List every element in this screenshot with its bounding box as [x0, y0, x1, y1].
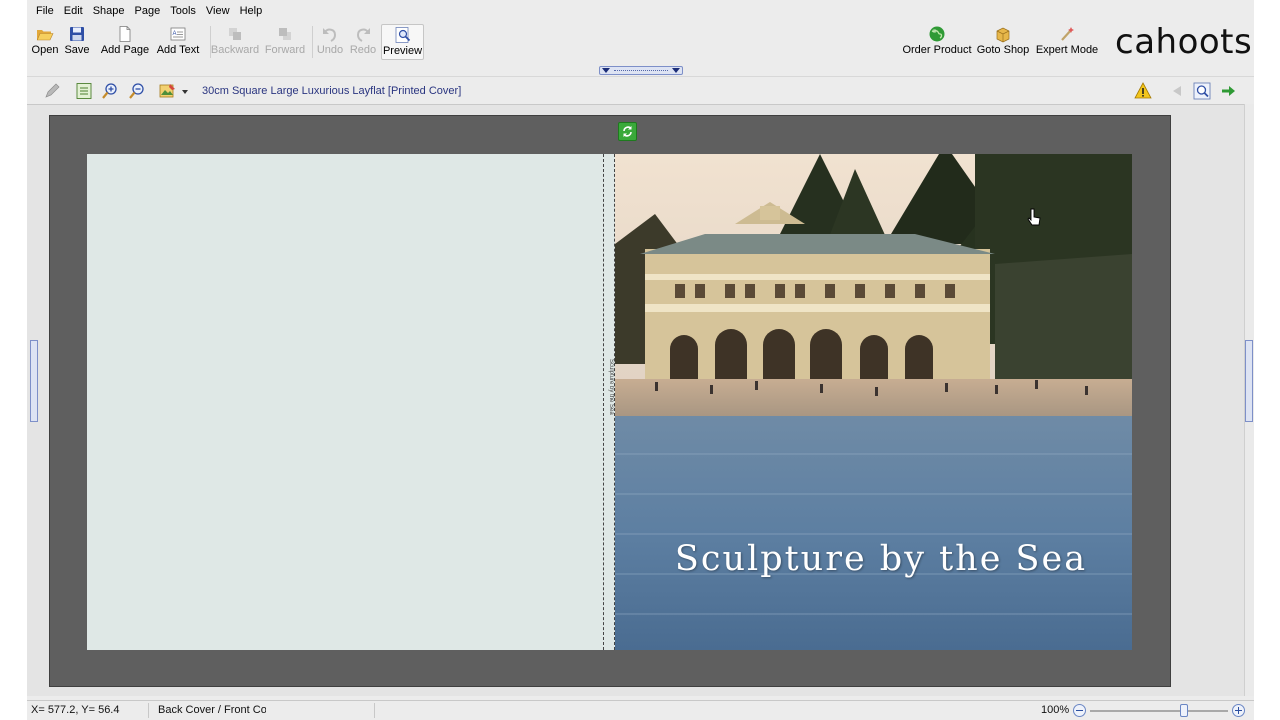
wand-icon	[1061, 27, 1074, 41]
cover-title[interactable]: Sculpture by the Sea	[615, 539, 1132, 579]
order-product-label: Order Product	[902, 44, 972, 56]
product-title: 30cm Square Large Luxurious Layflat [Pri…	[202, 85, 462, 97]
folder-open-icon	[36, 30, 54, 41]
refresh-icon	[623, 126, 632, 137]
app-window: File Edit Shape Page Tools View Help Ope…	[27, 0, 1254, 720]
redo-label: Redo	[349, 44, 377, 56]
undo-label: Undo	[316, 44, 344, 56]
status-divider	[148, 703, 149, 718]
shop-box-icon	[996, 27, 1010, 43]
refresh-button[interactable]	[618, 122, 637, 141]
floppy-save-icon	[70, 27, 84, 41]
menu-file[interactable]: File	[31, 0, 59, 22]
right-panel-handle[interactable]	[1245, 340, 1253, 422]
status-divider	[374, 703, 375, 718]
undo-icon	[323, 28, 337, 42]
page-list-icon[interactable]	[74, 81, 94, 101]
menu-view[interactable]: View	[201, 0, 235, 22]
collapse-right-icon	[672, 68, 680, 73]
menu-tools[interactable]: Tools	[165, 0, 201, 22]
zoom-slider-thumb[interactable]	[1179, 704, 1188, 717]
add-page-label: Add Page	[100, 44, 150, 56]
globe-icon	[929, 26, 945, 42]
expert-mode-label: Expert Mode	[1035, 44, 1099, 56]
preview-icon	[395, 27, 410, 43]
next-arrow-icon[interactable]	[1218, 81, 1238, 101]
spine[interactable]: Sculpture by the Sea	[603, 154, 615, 650]
page-add-icon	[119, 26, 131, 42]
forward-button[interactable]: Forward	[263, 24, 307, 60]
backward-label: Backward	[210, 44, 260, 56]
left-panel-handle[interactable]	[30, 340, 38, 422]
expert-mode-button[interactable]: Expert Mode	[1034, 24, 1100, 60]
canvas-area[interactable]: Sculpture by the Sea Sculpture by the Se…	[27, 104, 1244, 696]
menu-help[interactable]: Help	[235, 0, 268, 22]
menu-page[interactable]: Page	[130, 0, 166, 22]
undo-button[interactable]: Undo	[315, 24, 345, 60]
open-button[interactable]: Open	[30, 24, 60, 60]
zoom-out-icon[interactable]	[127, 81, 147, 101]
mouse-pointer-icon	[1027, 208, 1041, 226]
backward-icon	[229, 28, 241, 40]
warning-icon[interactable]	[1133, 81, 1153, 101]
menubar: File Edit Shape Page Tools View Help	[27, 0, 1254, 22]
toolbar-collapse-handle[interactable]	[599, 66, 683, 75]
grip-icon	[614, 70, 668, 72]
book-spread: Sculpture by the Sea Sculpture by the Se…	[49, 115, 1171, 687]
image-tool-icon[interactable]	[158, 81, 178, 101]
save-button[interactable]: Save	[63, 24, 91, 60]
add-text-label: Add Text	[156, 44, 200, 56]
open-label: Open	[31, 44, 59, 56]
menu-edit[interactable]: Edit	[59, 0, 88, 22]
status-bar: X= 577.2, Y= 56.4 Back Cover / Front Cov…	[27, 700, 1254, 720]
menu-shape[interactable]: Shape	[88, 0, 130, 22]
spine-text: Sculpture by the Sea	[608, 359, 614, 415]
forward-label: Forward	[264, 44, 306, 56]
preview-button[interactable]: Preview	[381, 24, 424, 60]
cursor-coordinates: X= 577.2, Y= 56.4	[31, 704, 120, 716]
current-page-name: Back Cover / Front Cover	[158, 704, 266, 716]
prev-arrow-icon[interactable]	[1167, 81, 1187, 101]
dropdown-arrow-icon[interactable]	[182, 90, 188, 94]
view-icon[interactable]	[1192, 81, 1212, 101]
add-text-button[interactable]: A Add Text	[154, 24, 202, 60]
zoom-level: 100%	[1041, 704, 1070, 716]
zoom-slider-track[interactable]	[1090, 710, 1228, 712]
back-cover-page[interactable]	[87, 154, 603, 650]
text-add-icon: A	[170, 27, 186, 41]
zoom-in-icon[interactable]	[100, 81, 120, 101]
collapse-left-icon	[602, 68, 610, 73]
add-page-button[interactable]: Add Page	[99, 24, 151, 60]
brand-logo: cahoots	[1115, 22, 1253, 62]
sub-toolbar: 30cm Square Large Luxurious Layflat [Pri…	[27, 76, 1254, 104]
forward-icon	[279, 28, 291, 40]
main-toolbar: Open Save Add Page A Add Text Backward F…	[27, 22, 1254, 62]
backward-button[interactable]: Backward	[211, 24, 259, 60]
pencil-icon[interactable]	[42, 81, 62, 101]
order-product-button[interactable]: Order Product	[902, 24, 972, 60]
goto-shop-label: Goto Shop	[976, 44, 1030, 56]
toolbar-divider	[312, 26, 313, 58]
svg-text:A: A	[173, 31, 177, 37]
front-cover-page[interactable]: Sculpture by the Sea	[615, 154, 1132, 650]
zoom-out-button[interactable]	[1073, 704, 1086, 717]
save-label: Save	[64, 44, 90, 56]
preview-label: Preview	[382, 45, 423, 57]
zoom-in-button[interactable]	[1232, 704, 1245, 717]
redo-icon	[356, 28, 370, 42]
goto-shop-button[interactable]: Goto Shop	[975, 24, 1031, 60]
redo-button[interactable]: Redo	[348, 24, 378, 60]
